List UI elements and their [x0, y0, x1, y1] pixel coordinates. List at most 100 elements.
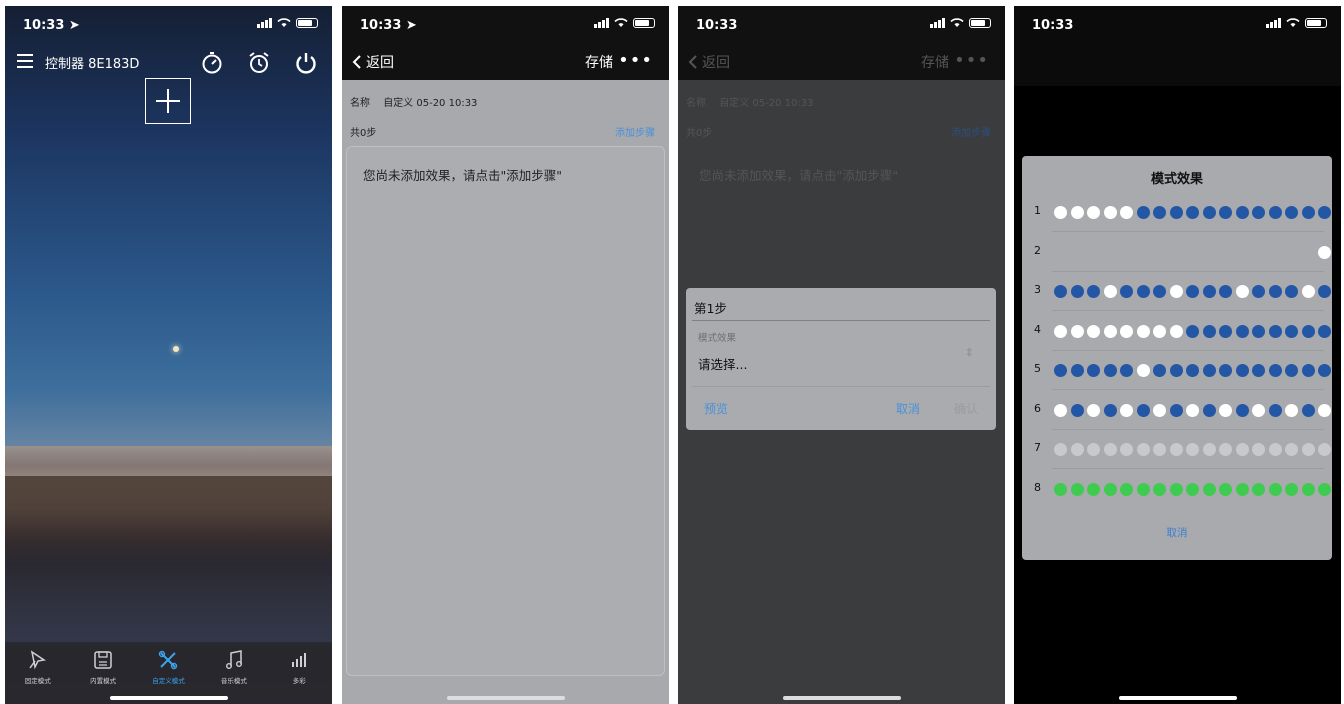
led-dot — [1103, 364, 1117, 377]
led-dot — [1103, 443, 1117, 456]
led-dot — [1235, 285, 1249, 298]
status-time: 10:33 ➤ — [360, 18, 417, 33]
mode-effect-option-6[interactable]: 6 — [1022, 390, 1332, 430]
led-dot — [1153, 285, 1166, 298]
led-dot — [1087, 245, 1100, 259]
option-number: 6 — [1034, 401, 1041, 415]
led-dot — [1235, 443, 1249, 456]
led-dot — [1054, 206, 1067, 219]
option-number: 1 — [1034, 204, 1041, 217]
led-dot — [1070, 403, 1084, 417]
tab-label: 固定模式 — [24, 677, 51, 685]
wifi-icon — [277, 18, 291, 27]
led-dot — [1318, 206, 1331, 219]
led-dot — [1268, 206, 1282, 219]
led-dot — [1054, 364, 1067, 377]
save-button[interactable]: 存储 — [585, 52, 613, 72]
home-indicator — [1118, 696, 1237, 700]
led-dot — [1153, 482, 1166, 496]
bars-icon — [292, 653, 307, 667]
alarm-clock-icon[interactable] — [246, 50, 272, 76]
name-value: 自定义 05-20 10:33 — [719, 98, 814, 109]
more-options-button[interactable]: ••• — [618, 50, 653, 71]
led-dot — [1301, 443, 1315, 456]
led-dot — [1070, 482, 1084, 496]
led-dot — [1202, 482, 1216, 496]
add-step-button[interactable]: 添加步骤 — [615, 124, 655, 139]
led-dot — [1219, 403, 1232, 417]
led-dot — [1219, 285, 1232, 298]
confirm-button[interactable]: 确认 — [954, 400, 978, 417]
tab-label: 多彩 — [292, 677, 306, 685]
mode-effect-option-5[interactable]: 5 — [1022, 350, 1332, 390]
led-dot — [1136, 285, 1150, 298]
led-dot — [1268, 443, 1282, 456]
step-dialog: 第1步 模式效果 请选择... ⇕ 预览 取消 确认 — [686, 288, 996, 430]
tab-label: 音乐模式 — [220, 677, 247, 685]
option-number: 3 — [1034, 283, 1041, 296]
led-dot — [1268, 482, 1282, 496]
tab-fixed-mode[interactable]: 固定模式 — [8, 648, 68, 704]
led-dot — [1169, 482, 1183, 496]
led-dot — [1252, 482, 1265, 496]
mode-effect-option-1[interactable]: 1 — [1022, 192, 1332, 232]
pin-icon — [29, 650, 46, 670]
more-options-button[interactable]: ••• — [954, 50, 989, 71]
option-number: 7 — [1034, 441, 1041, 454]
power-icon[interactable] — [293, 50, 319, 76]
empty-hint: 您尚未添加效果，请点击"添加步骤" — [363, 168, 562, 183]
led-dot — [1186, 285, 1199, 298]
led-dot — [1120, 324, 1133, 338]
mode-effect-option-4[interactable]: 4 — [1022, 311, 1332, 351]
status-bar: 10:33 ➤ — [5, 6, 332, 42]
led-dot — [1219, 364, 1232, 377]
status-bar: 10:33 ➤ — [342, 6, 669, 42]
steps-count: 共0步 — [686, 128, 713, 139]
modal-title: 模式效果 — [1150, 172, 1203, 187]
led-dot — [1301, 285, 1315, 298]
mode-effect-option-3[interactable]: 3 — [1022, 271, 1332, 311]
save-button[interactable]: 存储 — [921, 52, 949, 72]
wifi-icon — [950, 18, 964, 27]
mode-effect-option-8[interactable]: 8 — [1022, 469, 1332, 509]
cancel-button[interactable]: 取消 — [896, 400, 920, 417]
tab-multicolor[interactable]: 多彩 — [269, 648, 329, 704]
led-dot — [1153, 245, 1166, 259]
divider — [692, 320, 990, 321]
status-bar: 10:33 — [1014, 6, 1341, 42]
led-dot — [1186, 245, 1199, 259]
mode-effect-option-7[interactable]: 7 — [1022, 429, 1332, 469]
mode-effect-option-2[interactable]: 2 — [1022, 232, 1332, 272]
timer-icon[interactable] — [199, 50, 225, 76]
led-dot — [1070, 206, 1084, 219]
cancel-button[interactable]: 取消 — [1022, 525, 1332, 540]
led-dot — [1153, 443, 1166, 456]
mode-effect-select[interactable]: 请选择... — [698, 354, 747, 373]
led-pattern — [1054, 482, 1331, 497]
name-label: 名称 — [686, 98, 706, 109]
led-dot — [1318, 245, 1331, 259]
steps-count: 共0步 — [350, 128, 377, 139]
screen-mode-effect-picker: 10:33 模式效果 1 2 3 4 5 6 7 8 取消 — [1014, 6, 1341, 704]
led-dot — [1054, 245, 1067, 259]
preview-button[interactable]: 预览 — [704, 400, 728, 417]
led-pattern — [1054, 206, 1331, 220]
led-pattern — [1054, 443, 1331, 457]
led-dot — [1136, 324, 1150, 338]
led-dot — [1202, 324, 1216, 338]
cellular-signal-icon — [257, 18, 272, 28]
led-dot — [1285, 403, 1298, 417]
led-dot — [1070, 443, 1084, 456]
led-dot — [1285, 324, 1298, 338]
led-dot — [1169, 403, 1183, 417]
led-dot — [1235, 324, 1249, 338]
add-button[interactable] — [145, 78, 191, 124]
name-value[interactable]: 自定义 05-20 10:33 — [383, 98, 477, 109]
cellular-signal-icon — [930, 18, 945, 28]
led-dot — [1318, 482, 1331, 496]
back-button[interactable]: 返回 — [688, 52, 730, 72]
menu-icon[interactable] — [17, 54, 33, 68]
back-button[interactable]: 返回 — [352, 52, 394, 72]
led-dot — [1169, 285, 1183, 298]
led-dot — [1153, 403, 1166, 417]
